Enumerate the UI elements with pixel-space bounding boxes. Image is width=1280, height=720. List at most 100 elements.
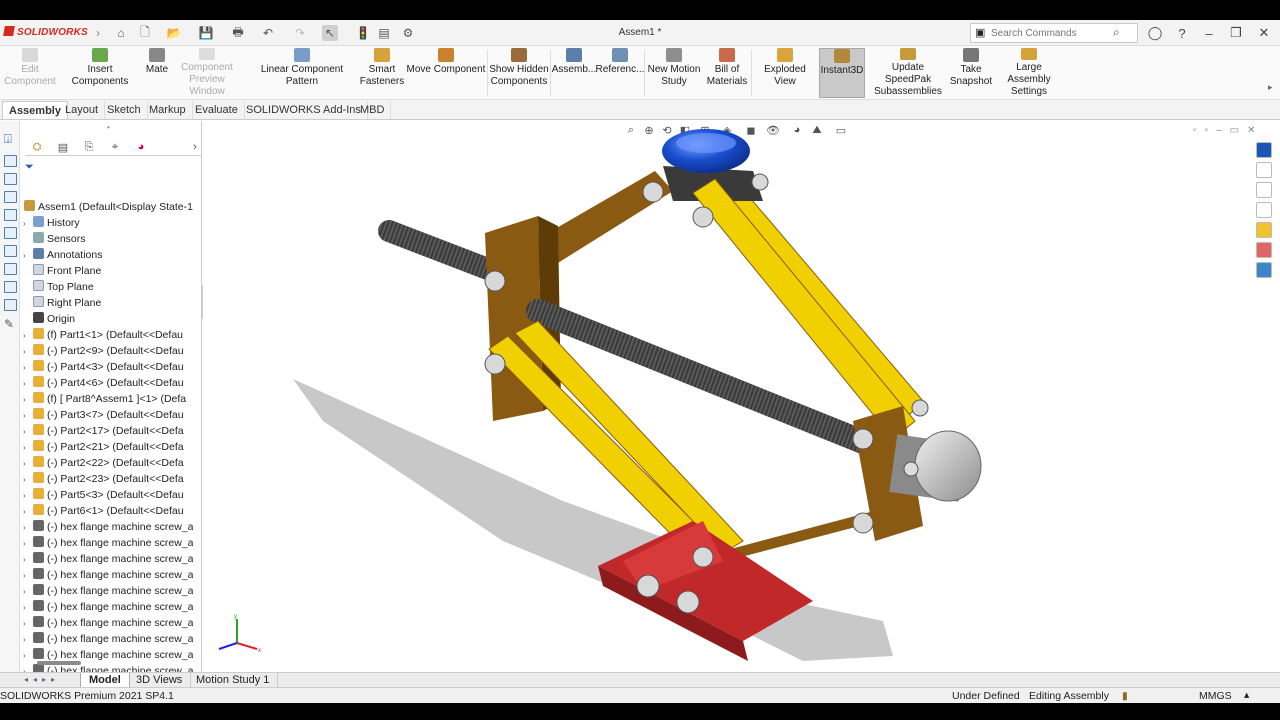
toolbar-icon[interactable] xyxy=(4,281,17,293)
tree-item-screw[interactable]: › (-) hex flange machine screw_a xyxy=(23,551,193,567)
tree-item-screw[interactable]: › (-) hex flange machine screw_a xyxy=(23,631,193,647)
graphics-area[interactable]: ⌕ ⊕ ⟲ ◧ ⊞ ◈ ◼ 👁 ◕ ⛰ ▭ ▫▫–▭✕ xyxy=(203,121,1280,672)
view-palette-icon[interactable] xyxy=(1256,202,1272,218)
tree-item[interactable]: › Annotations xyxy=(23,247,193,263)
toolbar-icon[interactable] xyxy=(4,245,17,257)
dimxpert-tab-icon[interactable]: ⌖ xyxy=(103,138,127,156)
featuremanager-tab-icon[interactable]: ⛭ xyxy=(25,138,49,156)
toolbar-icon[interactable] xyxy=(4,173,17,185)
tree-item-part[interactable]: › (-) Part6<1> (Default<<Defau xyxy=(23,503,193,519)
tree-item-part[interactable]: › (-) Part2<23> (Default<<Defa xyxy=(23,471,193,487)
show-hidden-components-button[interactable]: Show Hidden Components xyxy=(489,48,549,98)
insert-components-button[interactable]: Insert Components xyxy=(58,48,142,98)
tab-layout[interactable]: Layout xyxy=(59,101,106,119)
tab-motion-study-1[interactable]: Motion Study 1 xyxy=(188,673,279,688)
propertymanager-tab-icon[interactable]: ▤ xyxy=(51,138,75,156)
unit-system[interactable]: MMGS xyxy=(1199,689,1232,703)
tree-item-screw[interactable]: › (-) hex flange machine screw_a xyxy=(23,519,193,535)
solidworks-resources-icon[interactable] xyxy=(1256,142,1272,158)
tree-item-screw[interactable]: › (-) hex flange machine screw_a xyxy=(23,583,193,599)
minimize-button[interactable]: – xyxy=(1199,24,1219,42)
toolbar-icon[interactable] xyxy=(4,299,17,311)
filter-icon[interactable]: ⏷ xyxy=(25,161,34,174)
tree-item-part[interactable]: › (-) Part2<21> (Default<<Defa xyxy=(23,439,193,455)
search-icon[interactable]: ⌕ xyxy=(1113,25,1120,40)
search-commands[interactable]: ▣ ⌕ xyxy=(970,23,1138,43)
expand-arrow-icon[interactable]: › xyxy=(23,360,33,375)
expand-arrow-icon[interactable]: › xyxy=(23,568,33,583)
expand-arrow-icon[interactable]: › xyxy=(23,216,33,231)
expand-arrow-icon[interactable]: › xyxy=(23,344,33,359)
design-library-icon[interactable] xyxy=(1256,162,1272,178)
panel-grip[interactable]: • xyxy=(107,123,110,132)
instant3d-button[interactable]: Instant3D xyxy=(819,48,865,98)
edit-component-button[interactable]: Edit Component xyxy=(2,48,58,98)
expand-arrow-icon[interactable]: › xyxy=(23,648,33,663)
expand-arrow-icon[interactable]: › xyxy=(23,376,33,391)
tree-item-part[interactable]: › (-) Part5<3> (Default<<Defau xyxy=(23,487,193,503)
tree-item-screw[interactable]: › (-) hex flange machine screw_a xyxy=(23,615,193,631)
tab-markup[interactable]: Markup xyxy=(143,101,193,119)
tree-item-screw[interactable]: › (-) hex flange machine screw_a xyxy=(23,599,193,615)
tree-item-part[interactable]: › (-) Part2<17> (Default<<Defa xyxy=(23,423,193,439)
expand-arrow-icon[interactable]: › xyxy=(23,328,33,343)
tree-item[interactable]: Origin xyxy=(23,311,193,327)
tree-item-screw[interactable]: › (-) hex flange machine screw_a xyxy=(23,567,193,583)
tab-mbd[interactable]: MBD xyxy=(354,101,392,119)
custom-properties-icon[interactable] xyxy=(1256,242,1272,258)
tree-root[interactable]: Assem1 (Default<Display State-1 xyxy=(24,199,194,215)
new-motion-study-button[interactable]: New Motion Study xyxy=(646,48,702,98)
expand-arrow-icon[interactable]: › xyxy=(23,424,33,439)
close-button[interactable]: ✕ xyxy=(1254,24,1274,42)
expand-arrow-icon[interactable]: › xyxy=(23,248,33,263)
tree-item-part[interactable]: › (-) Part4<3> (Default<<Defau xyxy=(23,359,193,375)
tree-item[interactable]: Top Plane xyxy=(23,279,193,295)
expand-arrow-icon[interactable]: › xyxy=(23,632,33,647)
large-assembly-settings-button[interactable]: Large Assembly Settings xyxy=(994,48,1064,98)
reference-geometry-button[interactable]: Referenc... xyxy=(596,48,644,98)
expand-arrow-icon[interactable]: › xyxy=(23,488,33,503)
rebuild-status-icon[interactable]: ▮ xyxy=(1122,689,1128,703)
tree-item[interactable]: › History xyxy=(23,215,193,231)
tree-item[interactable]: Right Plane xyxy=(23,295,193,311)
appearances-icon[interactable] xyxy=(1256,222,1272,238)
component-preview-window-button[interactable]: Component Preview Window xyxy=(172,48,242,98)
tree-item-part[interactable]: › (-) Part2<22> (Default<<Defa xyxy=(23,455,193,471)
tab-model[interactable]: Model xyxy=(80,673,130,688)
expand-arrow-icon[interactable]: › xyxy=(23,552,33,567)
expand-arrow-icon[interactable]: › xyxy=(23,472,33,487)
tree-item-part[interactable]: › (-) Part4<6> (Default<<Defau xyxy=(23,375,193,391)
forum-icon[interactable] xyxy=(1256,262,1272,278)
expand-arrow-icon[interactable]: › xyxy=(23,440,33,455)
restore-button[interactable]: ❐ xyxy=(1226,24,1246,42)
mate-button[interactable]: Mate xyxy=(142,48,172,98)
expand-arrow-icon[interactable]: › xyxy=(23,456,33,471)
toolbar-icon[interactable] xyxy=(4,209,17,221)
units-dropdown-icon[interactable]: ▴ xyxy=(1244,688,1249,702)
move-component-button[interactable]: Move Component xyxy=(406,48,486,98)
linear-component-pattern-button[interactable]: Linear Component Pattern xyxy=(244,48,360,98)
assembly-features-button[interactable]: Assemb... xyxy=(552,48,596,98)
expand-arrow-icon[interactable]: › xyxy=(23,600,33,615)
smart-fasteners-button[interactable]: Smart Fasteners xyxy=(360,48,404,98)
toolbar-icon[interactable] xyxy=(4,227,17,239)
display-manager-tab-icon[interactable]: ◕ xyxy=(129,138,153,156)
measure-icon[interactable]: ✎ xyxy=(4,317,14,331)
expand-arrow-icon[interactable]: › xyxy=(23,408,33,423)
expand-arrow-icon[interactable]: › xyxy=(23,520,33,535)
search-input[interactable] xyxy=(991,26,1111,40)
expand-arrow-icon[interactable]: › xyxy=(23,536,33,551)
expand-arrow-icon[interactable]: › xyxy=(23,504,33,519)
pin-icon[interactable]: ⍗ xyxy=(4,131,12,147)
configurationmanager-tab-icon[interactable]: ⎘ xyxy=(77,138,101,156)
toolbar-icon[interactable] xyxy=(4,191,17,203)
toolbar-icon[interactable] xyxy=(4,155,17,167)
tree-item[interactable]: Sensors xyxy=(23,231,193,247)
tree-item-screw[interactable]: › (-) hex flange machine screw_a xyxy=(23,535,193,551)
tree-item-part[interactable]: › (f) Part1<1> (Default<<Defau xyxy=(23,327,193,343)
exploded-view-button[interactable]: Exploded View xyxy=(753,48,817,98)
user-icon[interactable]: ◯ xyxy=(1145,24,1165,42)
tab-evaluate[interactable]: Evaluate xyxy=(189,101,245,119)
scissor-jack-model[interactable] xyxy=(203,121,1280,672)
ribbon-scroll-arrow-icon[interactable]: ▸ xyxy=(1268,82,1273,93)
